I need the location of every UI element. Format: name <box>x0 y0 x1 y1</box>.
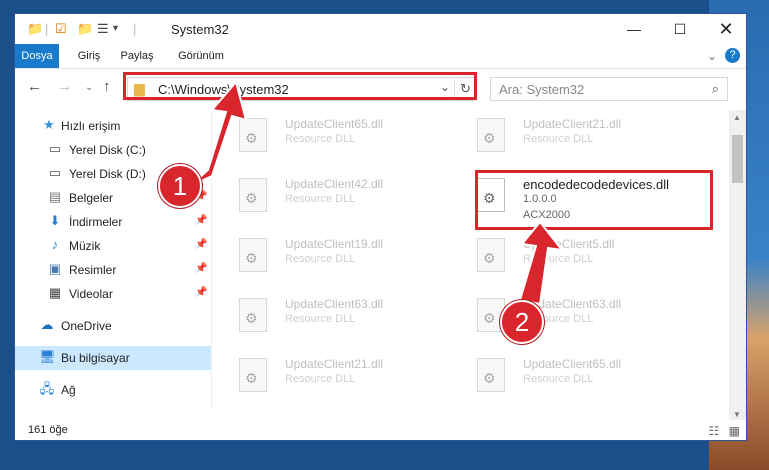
callout-step-2: 2 <box>500 300 544 344</box>
callout-step-1: 1 <box>158 164 202 208</box>
callout-arrow-2 <box>518 220 565 306</box>
callout-arrow-1 <box>189 79 248 187</box>
callout-arrows <box>189 79 565 306</box>
